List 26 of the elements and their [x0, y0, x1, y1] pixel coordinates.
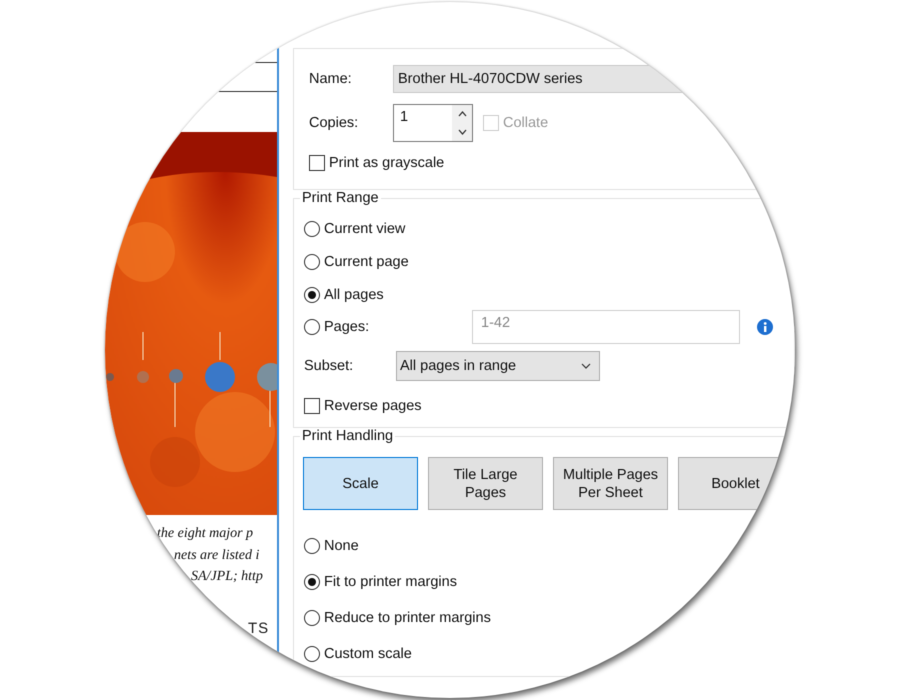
mode-button[interactable]: Tile Large Pages — [428, 457, 543, 510]
scale-radio[interactable]: None — [304, 538, 359, 554]
group-title: Print Handling — [301, 428, 394, 444]
grayscale-checkbox[interactable]: Print as grayscale — [309, 155, 444, 171]
copies-label: Copies: — [309, 115, 360, 131]
heading-text: TS — [248, 620, 270, 636]
scale-radio[interactable]: Fit to printer margins — [304, 574, 457, 590]
range-radio[interactable]: Current page — [304, 254, 409, 270]
name-label: Name: — [309, 71, 353, 87]
range-radio[interactable]: Pages: — [304, 319, 400, 335]
scale-radio[interactable]: Reduce to printer margins — [304, 610, 491, 626]
range-radio[interactable]: Current view — [304, 220, 406, 236]
mode-button[interactable]: Multiple Pages Per Sheet — [553, 457, 668, 510]
mode-button[interactable]: Scale — [303, 457, 418, 510]
caption-text: nets are listed i — [174, 546, 260, 564]
chevron-down-icon — [581, 363, 591, 369]
caption-text: SA/JPL; http — [191, 568, 263, 586]
caption-text: the eight major p — [157, 525, 254, 543]
scale-radio[interactable]: Custom scale — [304, 646, 412, 662]
range-radio[interactable]: All pages — [304, 286, 384, 302]
group-title: Print Range — [301, 190, 380, 206]
copies-field[interactable]: 1 — [393, 104, 473, 142]
subset-label: Subset: — [304, 358, 354, 374]
info-icon[interactable] — [757, 319, 773, 335]
subset-select[interactable]: All pages in range — [396, 351, 600, 381]
reverse-checkbox[interactable]: Reverse pages — [304, 398, 422, 414]
